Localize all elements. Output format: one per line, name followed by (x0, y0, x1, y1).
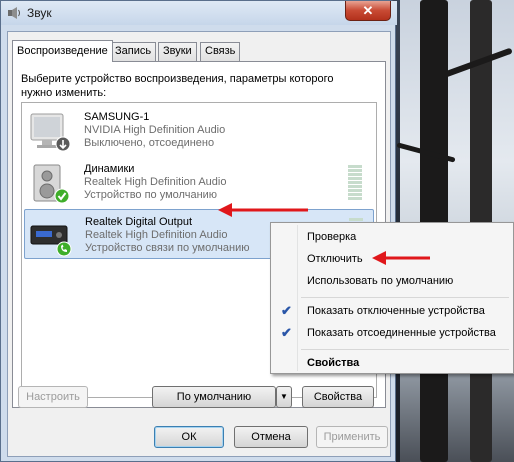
menu-separator (301, 297, 509, 298)
tab-playback[interactable]: Воспроизведение (12, 40, 113, 62)
device-name: Динамики (84, 163, 135, 175)
menu-separator (301, 349, 509, 350)
menu-item-test[interactable]: Проверка (273, 227, 511, 249)
device-status: Устройство по умолчанию (84, 189, 218, 201)
digital-output-icon (30, 225, 72, 257)
speaker-app-icon (8, 7, 20, 19)
red-arrow-icon (372, 251, 430, 265)
monitor-speaker-icon (30, 113, 71, 152)
tab-recording[interactable]: Запись (110, 42, 157, 61)
properties-button[interactable]: Свойства (302, 386, 374, 408)
menu-item-label: Отключить (307, 253, 363, 265)
device-status: Выключено, отсоединено (84, 137, 215, 149)
window-title: Звук (27, 6, 52, 20)
instruction-text: Выберите устройство воспроизведения, пар… (21, 73, 334, 99)
speaker-icon (33, 164, 70, 204)
device-driver: NVIDIA High Definition Audio (84, 124, 226, 136)
menu-item-properties[interactable]: Свойства (273, 353, 511, 375)
configure-button[interactable]: Настроить (18, 386, 88, 408)
checkmark-icon: ✔ (281, 325, 292, 340)
menu-item-label: Свойства (307, 357, 360, 369)
set-default-button[interactable]: По умолчанию (152, 386, 276, 408)
set-default-dropdown[interactable]: ▼ (276, 386, 292, 408)
tab-communications[interactable]: Связь (200, 42, 241, 61)
device-driver: Realtek High Definition Audio (84, 176, 227, 188)
checkmark-icon: ✔ (281, 303, 292, 318)
menu-item-label: Показать отсоединенные устройства (307, 327, 496, 339)
menu-item-label: Проверка (307, 231, 357, 243)
device-item-samsung[interactable]: SAMSUNG-1 NVIDIA High Definition Audio В… (24, 105, 374, 155)
device-context-menu: Проверка Отключить Использовать по умолч… (270, 222, 514, 374)
tab-sounds[interactable]: Звуки (158, 42, 197, 61)
device-name: SAMSUNG-1 (84, 111, 150, 123)
menu-item-label: Использовать по умолчанию (307, 275, 454, 287)
red-arrow-icon (218, 203, 308, 217)
volume-level-meter (348, 165, 362, 201)
cancel-button[interactable]: Отмена (234, 426, 308, 448)
close-button[interactable]: ✕ (345, 1, 391, 21)
device-status: Устройство связи по умолчанию (85, 242, 250, 254)
apply-button[interactable]: Применить (316, 426, 388, 448)
ok-button[interactable]: ОК (154, 426, 224, 448)
device-item-speakers[interactable]: Динамики Realtek High Definition Audio У… (24, 157, 374, 207)
device-name: Realtek Digital Output (85, 216, 192, 228)
device-driver: Realtek High Definition Audio (85, 229, 228, 241)
menu-item-show-disconnected[interactable]: ✔ Показать отсоединенные устройства (273, 323, 511, 345)
menu-item-set-default[interactable]: Использовать по умолчанию (273, 271, 511, 293)
menu-item-label: Показать отключенные устройства (307, 305, 485, 317)
menu-item-show-disabled[interactable]: ✔ Показать отключенные устройства (273, 301, 511, 323)
titlebar: Звук ✕ (1, 1, 397, 25)
